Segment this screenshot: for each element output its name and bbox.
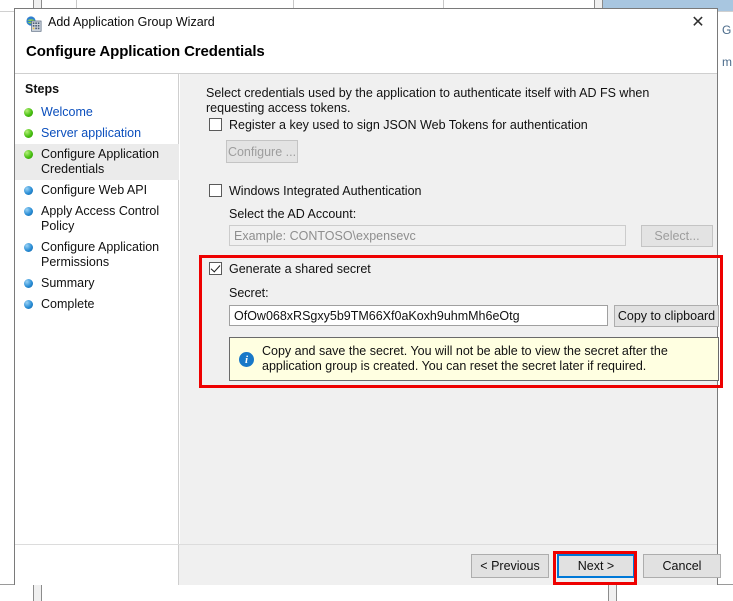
sidebar-item-configure-web-api[interactable]: Configure Web API (15, 180, 179, 201)
sidebar-item-apply-access-control-policy[interactable]: Apply Access Control Policy (15, 201, 179, 237)
register-jwt-key-checkbox-row[interactable]: Register a key used to sign JSON Web Tok… (209, 118, 588, 132)
step-bullet-icon (24, 186, 33, 195)
intro-description: Select credentials used by the applicati… (206, 86, 650, 115)
app-group-wizard-icon (26, 16, 42, 32)
page-title: Configure Application Credentials (26, 43, 265, 60)
sidebar-item-label: Configure Application Permissions (41, 240, 160, 269)
next-button[interactable]: Next > (557, 554, 635, 578)
sidebar-item-summary[interactable]: Summary (15, 273, 179, 294)
select-ad-account-button[interactable]: Select... (641, 225, 713, 247)
generate-shared-secret-checkbox[interactable] (209, 262, 222, 275)
sidebar-item-label: Configure Web API (41, 183, 148, 197)
sidebar-item-configure-application-permissions[interactable]: Configure Application Permissions (15, 237, 179, 273)
footer-left-spacer (15, 545, 179, 585)
content-pane: Select credentials used by the applicati… (180, 74, 719, 585)
dialog-header-band: Configure Application Credentials (15, 39, 717, 74)
sidebar-item-label: Summary (41, 276, 95, 290)
background-scrollbar-grip[interactable] (608, 585, 617, 601)
dialog-titlebar: Add Application Group Wizard ✕ (15, 9, 717, 39)
sidebar-item-server-application[interactable]: Server application (15, 123, 179, 144)
secret-input[interactable] (229, 305, 608, 326)
info-icon: i (239, 352, 254, 367)
close-icon[interactable]: ✕ (683, 11, 713, 35)
sidebar-item-welcome[interactable]: Welcome (15, 102, 179, 123)
screen-root: G m Add Application Group Wizard ✕ Confi… (0, 0, 733, 601)
step-bullet-icon (24, 279, 33, 288)
windows-integrated-auth-checkbox[interactable] (209, 184, 222, 197)
step-bullet-icon (24, 108, 33, 117)
step-bullet-icon (24, 129, 33, 138)
steps-heading: Steps (25, 82, 60, 96)
sidebar-item-configure-application-credentials[interactable]: Configure Application Credentials (15, 144, 179, 180)
secret-warning-text: Copy and save the secret. You will not b… (262, 344, 668, 373)
step-bullet-icon (24, 243, 33, 252)
register-jwt-key-label: Register a key used to sign JSON Web Tok… (229, 118, 588, 132)
sidebar-item-label: Server application (41, 126, 142, 140)
dialog-title: Add Application Group Wizard (48, 15, 215, 29)
register-jwt-key-checkbox[interactable] (209, 118, 222, 131)
dialog-footer: < Previous Next > Cancel (15, 544, 721, 585)
generate-shared-secret-label: Generate a shared secret (229, 262, 371, 276)
sidebar-item-label: Configure Application Credentials (41, 147, 160, 176)
configure-button[interactable]: Configure ... (226, 140, 298, 163)
copy-to-clipboard-button[interactable]: Copy to clipboard (614, 305, 719, 327)
windows-integrated-auth-checkbox-row[interactable]: Windows Integrated Authentication (209, 184, 421, 198)
secret-warning-banner: i Copy and save the secret. You will not… (229, 337, 719, 381)
sidebar-item-complete[interactable]: Complete (15, 294, 179, 315)
ad-account-label: Select the AD Account: (229, 207, 357, 221)
cancel-button[interactable]: Cancel (643, 554, 721, 578)
windows-integrated-auth-label: Windows Integrated Authentication (229, 184, 422, 198)
dialog-body: Steps Welcome Server application Configu… (15, 74, 721, 585)
sidebar-item-label: Welcome (41, 105, 93, 119)
step-bullet-icon (24, 207, 33, 216)
step-bullet-icon (24, 300, 33, 309)
steps-list: Welcome Server application Configure App… (15, 102, 179, 315)
sidebar-item-label: Apply Access Control Policy (41, 204, 160, 233)
ad-account-input[interactable] (229, 225, 626, 246)
background-text-fragment: m (722, 55, 732, 69)
previous-button[interactable]: < Previous (471, 554, 549, 578)
sidebar-item-label: Complete (41, 297, 95, 311)
steps-sidebar: Steps Welcome Server application Configu… (15, 74, 179, 585)
generate-shared-secret-checkbox-row[interactable]: Generate a shared secret (209, 262, 371, 276)
add-application-group-wizard-dialog: Add Application Group Wizard ✕ Configure… (14, 8, 721, 585)
step-bullet-icon (24, 150, 33, 159)
background-text-fragment: G (722, 23, 732, 37)
secret-label: Secret: (229, 286, 269, 300)
background-scrollbar-grip[interactable] (33, 585, 42, 601)
